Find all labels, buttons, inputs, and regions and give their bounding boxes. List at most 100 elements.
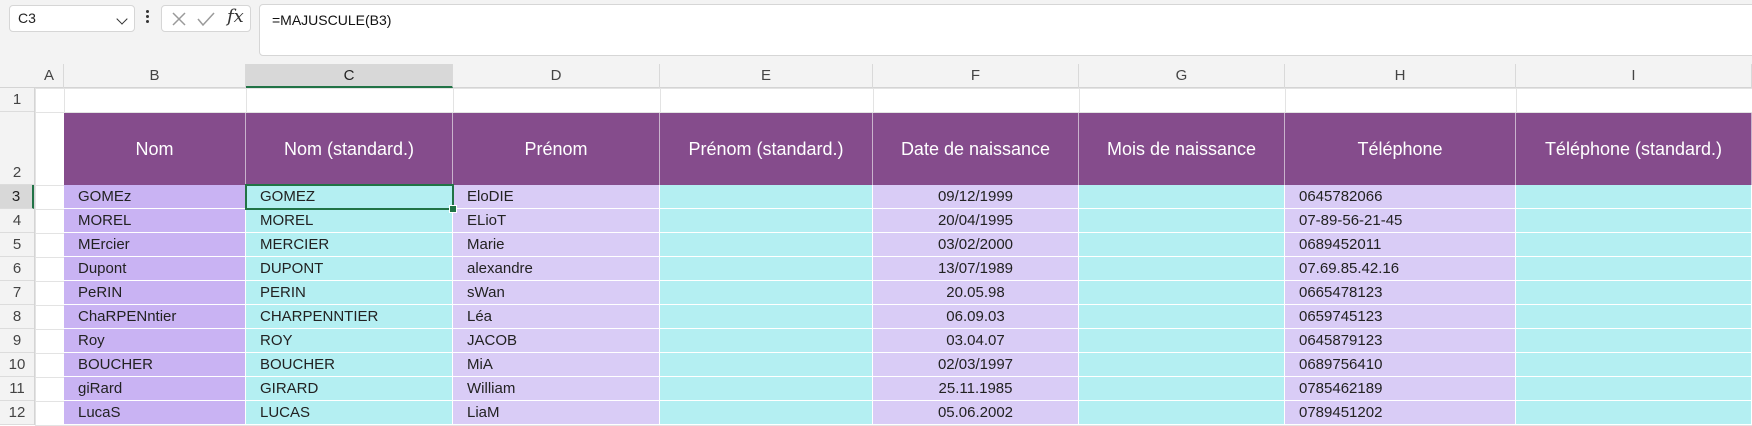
table-cell[interactable]: GIRARD (246, 377, 453, 401)
table-cell[interactable]: 02/03/1997 (873, 353, 1079, 377)
chevron-down-icon[interactable] (116, 13, 128, 25)
table-cell[interactable]: giRard (64, 377, 246, 401)
row-header-9[interactable]: 9 (0, 329, 34, 353)
table-cell[interactable]: ChaRPENntier (64, 305, 246, 329)
cancel-icon[interactable] (171, 11, 187, 27)
table-cell[interactable]: LucaS (64, 401, 246, 425)
table-cell[interactable]: 0659745123 (1285, 305, 1516, 329)
row-header-12[interactable]: 12 (0, 401, 34, 425)
table-cell[interactable]: William (453, 377, 660, 401)
table-cell[interactable]: PERIN (246, 281, 453, 305)
table-cell[interactable]: EloDIE (453, 185, 660, 209)
row-header-2[interactable]: 2 (0, 112, 34, 185)
table-cell[interactable]: 07-89-56-21-45 (1285, 209, 1516, 233)
table-cell[interactable]: MOREL (64, 209, 246, 233)
column-header-e[interactable]: E (660, 64, 873, 88)
row-header-1[interactable]: 1 (0, 88, 34, 112)
column-header-b[interactable]: B (64, 64, 246, 88)
table-cell[interactable] (1079, 401, 1285, 425)
column-header-h[interactable]: H (1285, 64, 1516, 88)
table-cell[interactable]: 13/07/1989 (873, 257, 1079, 281)
table-cell[interactable]: 20/04/1995 (873, 209, 1079, 233)
table-cell[interactable] (1079, 233, 1285, 257)
table-cell[interactable] (1516, 401, 1752, 425)
formula-input[interactable]: =MAJUSCULE(B3) (259, 4, 1752, 56)
table-cell[interactable] (1079, 209, 1285, 233)
table-cell[interactable] (1079, 353, 1285, 377)
table-cell[interactable] (1079, 185, 1285, 209)
table-cell[interactable] (1516, 257, 1752, 281)
sheet-grid[interactable]: Nom Nom (standard.) Prénom Prénom (standard… (35, 88, 1752, 426)
table-cell[interactable]: 0789451202 (1285, 401, 1516, 425)
table-cell[interactable] (1516, 377, 1752, 401)
table-cell[interactable]: Léa (453, 305, 660, 329)
table-cell[interactable] (1079, 281, 1285, 305)
enter-icon[interactable] (196, 11, 216, 27)
column-header-i[interactable]: I (1516, 64, 1752, 88)
table-cell[interactable]: DUPONT (246, 257, 453, 281)
row-header-7[interactable]: 7 (0, 281, 34, 305)
table-cell[interactable]: 06.09.03 (873, 305, 1079, 329)
row-header-8[interactable]: 8 (0, 305, 34, 329)
table-cell[interactable] (1516, 185, 1752, 209)
table-cell[interactable]: 0689756410 (1285, 353, 1516, 377)
table-cell[interactable] (1516, 209, 1752, 233)
table-cell[interactable] (1516, 353, 1752, 377)
table-cell[interactable] (1079, 377, 1285, 401)
table-cell[interactable] (1516, 329, 1752, 353)
table-cell[interactable]: LUCAS (246, 401, 453, 425)
column-header-a[interactable]: A (35, 64, 64, 88)
table-cell[interactable]: PeRIN (64, 281, 246, 305)
table-header-cell[interactable]: Téléphone (1285, 113, 1516, 185)
table-cell[interactable]: Marie (453, 233, 660, 257)
table-cell[interactable]: BOUCHER (64, 353, 246, 377)
table-cell[interactable]: 0665478123 (1285, 281, 1516, 305)
table-cell[interactable]: GOMEz (64, 185, 246, 209)
table-cell[interactable]: 03.04.07 (873, 329, 1079, 353)
table-cell[interactable] (660, 185, 873, 209)
table-cell[interactable] (660, 401, 873, 425)
column-header-c[interactable]: C (246, 64, 453, 88)
table-header-cell[interactable]: Mois de naissance (1079, 113, 1285, 185)
table-cell[interactable] (660, 209, 873, 233)
table-cell[interactable]: LiaM (453, 401, 660, 425)
table-cell[interactable]: 25.11.1985 (873, 377, 1079, 401)
row-header-6[interactable]: 6 (0, 257, 34, 281)
table-cell[interactable]: Roy (64, 329, 246, 353)
table-cell[interactable]: 0689452011 (1285, 233, 1516, 257)
table-cell[interactable] (660, 305, 873, 329)
table-cell[interactable]: 0785462189 (1285, 377, 1516, 401)
table-cell[interactable] (660, 329, 873, 353)
table-cell[interactable] (660, 257, 873, 281)
table-cell[interactable] (1079, 305, 1285, 329)
table-cell[interactable] (1516, 233, 1752, 257)
row-header-10[interactable]: 10 (0, 353, 34, 377)
table-header-cell[interactable]: Téléphone (standard.) (1516, 113, 1752, 185)
table-cell[interactable] (1516, 305, 1752, 329)
table-cell[interactable]: 09/12/1999 (873, 185, 1079, 209)
table-cell[interactable]: MiA (453, 353, 660, 377)
table-cell[interactable] (1079, 329, 1285, 353)
table-cell[interactable]: BOUCHER (246, 353, 453, 377)
table-cell[interactable]: sWan (453, 281, 660, 305)
insert-function-icon[interactable]: fx (227, 6, 244, 27)
more-options-icon[interactable] (144, 8, 150, 28)
column-header-d[interactable]: D (453, 64, 660, 88)
table-cell[interactable]: ELioT (453, 209, 660, 233)
table-cell[interactable]: 07.69.85.42.16 (1285, 257, 1516, 281)
table-header-cell[interactable]: Nom (64, 113, 246, 185)
row-header-3[interactable]: 3 (0, 185, 34, 209)
table-cell[interactable]: Dupont (64, 257, 246, 281)
row-header-4[interactable]: 4 (0, 209, 34, 233)
table-cell[interactable]: MERCIER (246, 233, 453, 257)
table-cell[interactable] (660, 233, 873, 257)
table-cell[interactable] (660, 281, 873, 305)
table-header-cell[interactable]: Nom (standard.) (246, 113, 453, 185)
column-header-f[interactable]: F (873, 64, 1079, 88)
row-header-5[interactable]: 5 (0, 233, 34, 257)
table-cell[interactable] (1079, 257, 1285, 281)
table-cell[interactable] (660, 377, 873, 401)
table-header-cell[interactable]: Prénom (453, 113, 660, 185)
table-cell[interactable]: 03/02/2000 (873, 233, 1079, 257)
name-box[interactable]: C3 (9, 5, 135, 32)
